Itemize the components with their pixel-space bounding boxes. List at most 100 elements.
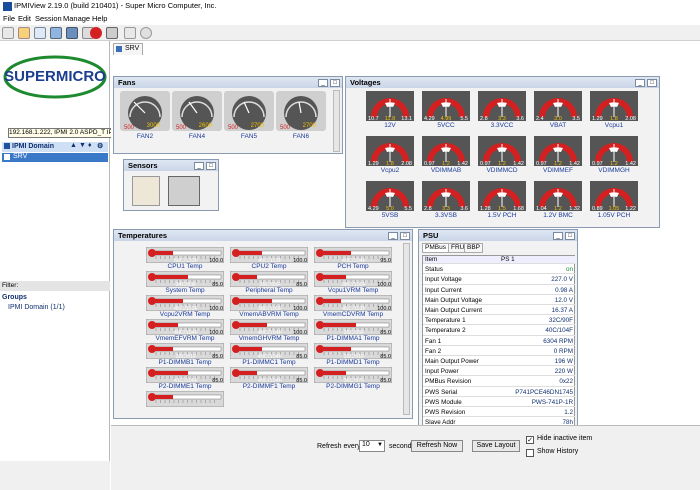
minimize-button[interactable]: _ [553, 232, 563, 240]
restore-button[interactable]: □ [565, 232, 575, 240]
therm-fill [321, 347, 351, 351]
psu-row-key: Fan 1 [425, 337, 442, 345]
therm-fill [237, 347, 262, 351]
psu-row-value: 220 W [554, 368, 573, 376]
temperature-name: CPU2 Temp [251, 263, 287, 270]
volt-value: 1.05 [609, 206, 620, 211]
tree-ipmi-domain[interactable]: IPMI Domain ▲ ▼ ♦ ⚙ [2, 142, 108, 152]
server-icon [4, 154, 10, 160]
volt-low: 0.97 [536, 161, 547, 166]
restore-button[interactable]: □ [400, 232, 410, 240]
psu-row-value: PWS-741P-1R [531, 398, 573, 406]
stop-icon[interactable] [90, 27, 102, 39]
voltage-name: 12V [384, 122, 396, 129]
voltage-name: 5VSB [381, 212, 399, 219]
therm-fill [153, 371, 188, 375]
minimize-button[interactable]: _ [194, 162, 204, 170]
minimize-button[interactable]: _ [388, 232, 398, 240]
gear-icon[interactable]: ⚙ [97, 142, 103, 150]
temperature-name: System Temp [165, 287, 205, 294]
temperature-name: P1-DIMMD1 Temp [326, 359, 380, 366]
toolbar [0, 25, 700, 41]
menu-help[interactable]: Help [92, 14, 107, 23]
fan-min-label: 500 [124, 125, 135, 131]
volt-high: 5.5 [460, 116, 468, 121]
volt-high: 1.32 [569, 206, 580, 211]
minimize-button[interactable]: _ [635, 79, 645, 87]
volt-low: 0.97 [424, 161, 435, 166]
volt-value: 3.0 [554, 116, 562, 121]
collapse-icon[interactable]: ▲ [70, 142, 77, 149]
temperatures-scrollbar[interactable] [403, 243, 410, 415]
chat-icon[interactable] [124, 27, 136, 39]
fans-scrollbar[interactable] [333, 90, 340, 152]
monitor-icon[interactable] [66, 27, 78, 39]
search-icon[interactable] [34, 27, 46, 39]
therm-bulb [316, 321, 324, 329]
volt-low: 1.29 [368, 161, 379, 166]
therm-bulb [148, 393, 156, 401]
groups-item[interactable]: IPMI Domain (1/1) [8, 304, 65, 311]
therm-fill [237, 323, 267, 327]
expand-icon[interactable]: ▼ [79, 142, 86, 149]
therm-fill [153, 275, 188, 279]
psu-tabs: PMBus FRU BBP [422, 243, 572, 253]
minimize-button[interactable]: _ [318, 79, 328, 87]
filter-bar[interactable]: Filter: [0, 281, 110, 291]
restore-button[interactable]: □ [330, 79, 340, 87]
temperature-gauge: 40C/104F 100.0 [230, 319, 308, 335]
psu-row-value: 196 W [554, 358, 573, 365]
folder-icon[interactable] [18, 27, 30, 39]
tab-srv[interactable]: SRV [113, 43, 143, 55]
voltage-gauge: 4.29 5.0 5.5 [366, 181, 414, 211]
volt-low: 4.29 [368, 206, 379, 211]
voltage-gauge: 2.8 3.3 3.6 [478, 91, 526, 121]
temperature-gauge: 45C/113F 100.0 [146, 295, 224, 311]
tree-server-srv[interactable]: SRV [2, 153, 108, 162]
computer-icon[interactable] [50, 27, 62, 39]
new-icon[interactable] [2, 27, 14, 39]
temperature-gauge: 40C/104F 85.0 [230, 367, 308, 383]
voltage-name: 1.05V PCH [597, 212, 631, 219]
fans-title: Fans [114, 77, 342, 88]
menu-edit[interactable]: Edit [18, 14, 31, 23]
temperature-gauge: 36C/97F 85.0 [314, 367, 392, 383]
therm-bulb [148, 297, 156, 305]
volt-value: 1.2 [442, 161, 450, 166]
save-layout-button[interactable]: Save Layout [472, 440, 520, 452]
restore-button[interactable]: □ [647, 79, 657, 87]
show-history-checkbox[interactable] [526, 449, 534, 457]
chassis-icon[interactable] [132, 176, 160, 206]
tab-pmbus[interactable]: PMBus [422, 243, 449, 253]
psu-row: Temperature 1 32C/90F [423, 317, 575, 326]
psu-row: Status on [423, 266, 575, 275]
voltage-gauge: 4.29 4.99 5.5 [422, 91, 470, 121]
volt-low: 0.97 [480, 161, 491, 166]
psu-row-key: PWS Module [425, 398, 462, 406]
restore-button[interactable]: □ [206, 162, 216, 170]
psu-row: PWS Revision 1.2 [423, 409, 575, 418]
grid-icon[interactable] [106, 27, 118, 39]
fan-gauge: 500 2700 [224, 91, 274, 131]
therm-fill [321, 275, 346, 279]
fans-panel: Fans _ □ 500 3000 FAN2 500 2600 FAN4 500 2700 FA… [113, 76, 343, 154]
refresh-interval-select[interactable]: 10 ▼ [359, 440, 385, 452]
menu-manage[interactable]: Manage [63, 14, 90, 23]
volt-value: 1.2 [554, 206, 562, 211]
volt-high: 3.5 [572, 116, 580, 121]
help-icon[interactable] [140, 27, 152, 39]
therm-bulb [232, 321, 240, 329]
temperature-gauge: 33C/91F 85.0 [314, 343, 392, 359]
psu-row-value: 40C/104F [545, 327, 573, 335]
menu-bar: File Edit Session Manage Help [0, 13, 700, 25]
tab-bbp[interactable]: BBP [464, 243, 484, 253]
therm-bulb [232, 273, 240, 281]
hide-inactive-checkbox[interactable]: ✓ [526, 436, 534, 444]
bulb-icon[interactable]: ♦ [88, 142, 92, 149]
content-area: Fans _ □ 500 3000 FAN2 500 2600 FAN4 500 2700 FA… [111, 55, 700, 439]
menu-session[interactable]: Session [35, 14, 62, 23]
menu-file[interactable]: File [3, 14, 15, 23]
temperature-name: P2-DIMME1 Temp [158, 383, 212, 390]
server-rack-icon[interactable] [168, 176, 200, 206]
refresh-now-button[interactable]: Refresh Now [411, 440, 463, 452]
